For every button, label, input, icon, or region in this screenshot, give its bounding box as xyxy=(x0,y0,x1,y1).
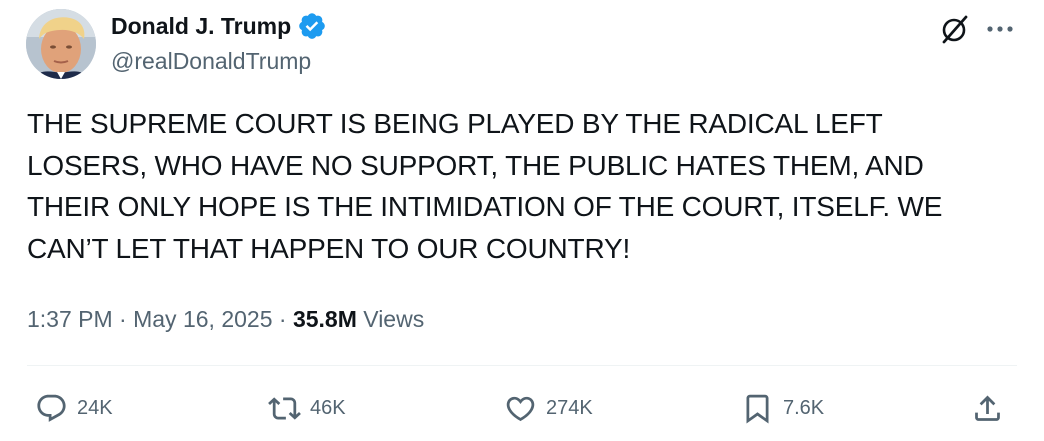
share-icon xyxy=(975,395,1000,421)
tweet-text-line: THE SUPREME COURT IS BEING PLAYED BY THE… xyxy=(27,108,883,139)
divider xyxy=(27,365,1017,366)
bookmark-count: 7.6K xyxy=(783,397,825,419)
repost-icon xyxy=(268,396,301,420)
bookmark-button[interactable]: 7.6K xyxy=(741,390,824,426)
separator: · xyxy=(119,306,134,332)
display-name[interactable]: Donald J. Trump xyxy=(111,9,291,43)
repost-button[interactable]: 46K xyxy=(268,390,346,426)
tweet-text: THE SUPREME COURT IS BEING PLAYED BY THE… xyxy=(27,103,997,269)
separator: · xyxy=(278,306,293,332)
reply-count: 24K xyxy=(77,397,113,419)
tweet-text-line: THEIR ONLY HOPE IS THE INTIMIDATION OF T… xyxy=(27,191,943,222)
tweet-time[interactable]: 1:37 PM xyxy=(27,306,113,332)
share-button[interactable] xyxy=(971,390,1004,426)
user-handle[interactable]: @realDonaldTrump xyxy=(111,45,327,77)
verified-badge-icon[interactable] xyxy=(297,11,327,41)
reply-icon xyxy=(37,394,66,422)
like-button[interactable]: 274K xyxy=(504,390,593,426)
views-label: Views xyxy=(363,306,425,332)
tweet-metadata: 1:37 PM · May 16, 2025 · 35.8M Views xyxy=(27,302,424,336)
tweet-card: Donald J. Trump @realDonaldTrump THE SUP… xyxy=(0,0,1044,441)
avatar[interactable] xyxy=(26,9,96,79)
tweet-text-line: LOSERS, WHO HAVE NO SUPPORT, THE PUBLIC … xyxy=(27,149,924,181)
heart-icon xyxy=(506,396,535,421)
views-count: 35.8M xyxy=(292,306,357,332)
more-icon[interactable] xyxy=(984,18,1016,40)
profile-photo-icon xyxy=(26,9,96,79)
tweet-text-line: CAN’T LET THAT HAPPEN TO OUR COUNTRY! xyxy=(27,232,631,264)
author-block: Donald J. Trump @realDonaldTrump xyxy=(111,9,327,77)
bookmark-icon xyxy=(746,394,769,424)
grok-icon[interactable] xyxy=(939,13,971,45)
tweet-date[interactable]: May 16, 2025 xyxy=(133,306,272,332)
repost-count: 46K xyxy=(310,397,346,419)
reply-button[interactable]: 24K xyxy=(35,390,113,426)
like-count: 274K xyxy=(546,397,593,419)
name-row: Donald J. Trump xyxy=(111,9,327,43)
